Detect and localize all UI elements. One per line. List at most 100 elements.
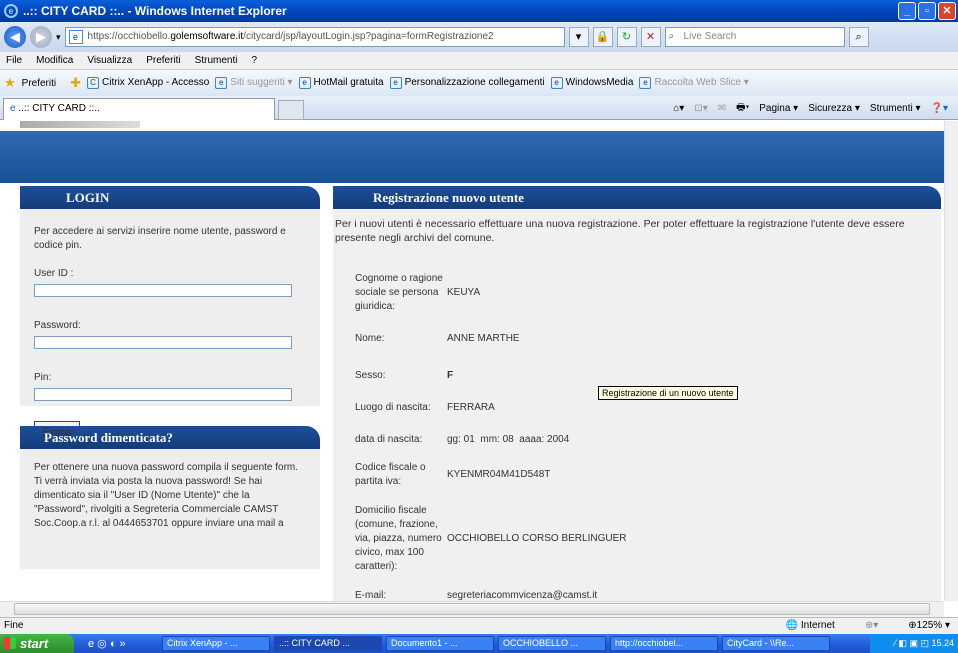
system-tray: ⁄ ◧ ▣ ◰ 15.24 — [870, 634, 958, 653]
window-title-bar: e ..:: CITY CARD ::.. - Windows Internet… — [0, 0, 958, 22]
password-input[interactable] — [34, 336, 292, 349]
menu-modifica[interactable]: Modifica — [36, 55, 73, 66]
registration-header: Registrazione nuovo utente — [333, 186, 941, 209]
home-icon[interactable]: ⌂▾ — [673, 103, 684, 114]
login-intro: Per accedere ai servizi inserire nome ut… — [34, 226, 286, 251]
start-label: start — [20, 636, 49, 651]
fav-label: Raccolta Web Slice ▾ — [654, 77, 749, 88]
search-input[interactable]: ⌕ Live Search — [664, 27, 845, 47]
lock-icon[interactable]: 🔒 — [592, 27, 613, 47]
history-dropdown-icon[interactable]: ▾ — [56, 32, 61, 43]
favorites-button[interactable]: Preferiti — [22, 78, 56, 89]
fav-item-personalizzazione[interactable]: e Personalizzazione collegamenti — [389, 77, 545, 89]
header-band — [0, 131, 944, 183]
favorites-bar: ★ Preferiti ✚ C Citrix XenApp - Accesso e… — [0, 70, 958, 96]
page-menu[interactable]: Pagina ▾ — [759, 103, 798, 114]
field-label: Codice fiscale o partita iva: — [355, 462, 426, 487]
security-menu[interactable]: Sicurezza ▾ — [808, 103, 860, 114]
login-title: LOGIN — [66, 190, 110, 205]
taskbar-item-http[interactable]: http://occhiobel... — [610, 636, 718, 651]
new-tab-button[interactable] — [278, 100, 304, 120]
window-title: ..:: CITY CARD ::.. - Windows Internet E… — [23, 4, 287, 18]
mail-icon[interactable]: ✉ — [718, 103, 726, 114]
favorites-star-icon[interactable]: ★ — [4, 75, 16, 91]
taskbar-item-citrix[interactable]: Citrix XenApp - ... — [162, 636, 270, 651]
forward-button[interactable]: ▶ — [30, 26, 52, 48]
pin-input[interactable] — [34, 388, 292, 401]
taskbar-item-documento1[interactable]: Documento1 - ... — [386, 636, 494, 651]
menu-strumenti[interactable]: Strumenti — [195, 55, 238, 66]
forgot-text: Per ottenere una nuova password compila … — [34, 462, 299, 529]
zoom-control[interactable]: ⊕125% ▾ — [908, 618, 950, 633]
field-cognome: Cognome o ragione sociale se persona giu… — [333, 269, 941, 317]
url-prefix: https://occhiobello. — [87, 31, 171, 42]
ie-logo-icon: e — [4, 4, 18, 18]
ie-page-icon: e — [639, 77, 652, 89]
stop-icon[interactable]: ✕ — [640, 27, 661, 47]
vertical-scrollbar[interactable] — [944, 121, 958, 601]
taskbar: start e ◎ ◐ » Citrix XenApp - ... ..:: C… — [0, 634, 958, 653]
user-id-input[interactable] — [34, 284, 292, 297]
maximize-button[interactable]: ▫ — [918, 2, 936, 20]
feeds-icon[interactable]: ⊡▾ — [694, 103, 707, 114]
field-value: KEUYA — [447, 287, 481, 298]
fav-label: Citrix XenApp - Accesso — [102, 77, 210, 88]
fav-item-hotmail[interactable]: e HotMail gratuita — [298, 77, 384, 89]
clock: 15.24 — [931, 638, 954, 648]
field-label: E-mail: — [355, 590, 387, 601]
field-label: data di nascita: — [355, 434, 423, 445]
quicklaunch-icons[interactable]: e ◎ ◐ » — [88, 637, 158, 650]
help-icon[interactable]: ❓▾ — [931, 103, 948, 114]
menu-bar: File Modifica Visualizza Preferiti Strum… — [0, 52, 958, 70]
fav-label: Siti suggeriti ▾ — [230, 77, 293, 88]
url-dropdown-icon[interactable]: ▾ — [568, 27, 589, 47]
menu-file[interactable]: File — [6, 55, 22, 66]
fav-item-web-slice[interactable]: e Raccolta Web Slice ▾ — [639, 77, 749, 89]
fav-label: WindowsMedia — [565, 77, 634, 88]
ie-page-icon: e — [389, 77, 402, 89]
add-favorite-icon[interactable]: ✚ — [70, 75, 81, 91]
field-label: Domicilio fiscale (comune, frazione, via… — [355, 505, 442, 572]
tab-label: ..:: CITY CARD ::.. — [18, 103, 100, 114]
field-value: KYENMR04M41D548T — [447, 469, 551, 480]
field-label: Cognome o ragione sociale se persona giu… — [355, 273, 443, 312]
zoom-icon: ⊕ — [908, 620, 917, 631]
field-value: OCCHIOBELLO CORSO BERLINGUER — [447, 533, 627, 544]
page-content: LOGIN Per accedere ai servizi inserire n… — [0, 121, 944, 601]
start-button[interactable]: start — [0, 634, 74, 653]
citrix-icon: C — [87, 77, 100, 89]
tray-icons[interactable]: ⁄ ◧ ▣ ◰ — [894, 638, 931, 648]
fav-item-siti-suggeriti[interactable]: e Siti suggeriti ▾ — [215, 77, 293, 89]
menu-help[interactable]: ? — [251, 55, 257, 66]
horizontal-scroll-thumb[interactable] — [14, 603, 930, 615]
ie-page-icon: e — [550, 77, 563, 89]
zone-label: Internet — [800, 620, 835, 631]
taskbar-item-citycard[interactable]: ..:: CITY CARD ... — [274, 636, 382, 651]
taskbar-item-citycard-re[interactable]: CityCard - \\Re... — [722, 636, 830, 651]
close-button[interactable]: ✕ — [938, 2, 956, 20]
refresh-icon[interactable]: ↻ — [616, 27, 637, 47]
field-value: F — [447, 370, 454, 381]
tab-city-card[interactable]: e ..:: CITY CARD ::.. — [3, 98, 275, 120]
pin-label: Pin: — [34, 372, 52, 383]
taskbar-item-occhiobello[interactable]: OCCHIOBELLO ... — [498, 636, 606, 651]
tools-menu[interactable]: Strumenti ▾ — [870, 103, 921, 114]
fav-label: Personalizzazione collegamenti — [404, 77, 545, 88]
menu-preferiti[interactable]: Preferiti — [146, 55, 180, 66]
field-domicilio: Domicilio fiscale (comune, frazione, via… — [333, 495, 941, 583]
globe-icon: 🌐 — [785, 620, 799, 631]
menu-visualizza[interactable]: Visualizza — [87, 55, 132, 66]
url-field[interactable]: e https://occhiobello.golemsoftware.it/ci… — [64, 27, 565, 47]
field-value: segreteriacommvicenza@camst.it — [447, 590, 598, 601]
page-icon: e — [68, 30, 83, 44]
protected-mode-icon[interactable]: ⊕▾ — [865, 618, 878, 633]
fav-item-windowsmedia[interactable]: e WindowsMedia — [550, 77, 634, 89]
minimize-button[interactable]: _ — [898, 2, 916, 20]
fav-item-citrix[interactable]: C Citrix XenApp - Accesso — [87, 77, 209, 89]
field-label: Sesso: — [355, 370, 386, 381]
back-button[interactable]: ◀ — [4, 26, 26, 48]
print-icon[interactable]: 🖶▾ — [736, 100, 749, 117]
site-logo — [20, 121, 140, 128]
search-icon[interactable]: ⌕ — [848, 27, 869, 47]
zone-indicator[interactable]: 🌐 Internet — [786, 618, 835, 633]
